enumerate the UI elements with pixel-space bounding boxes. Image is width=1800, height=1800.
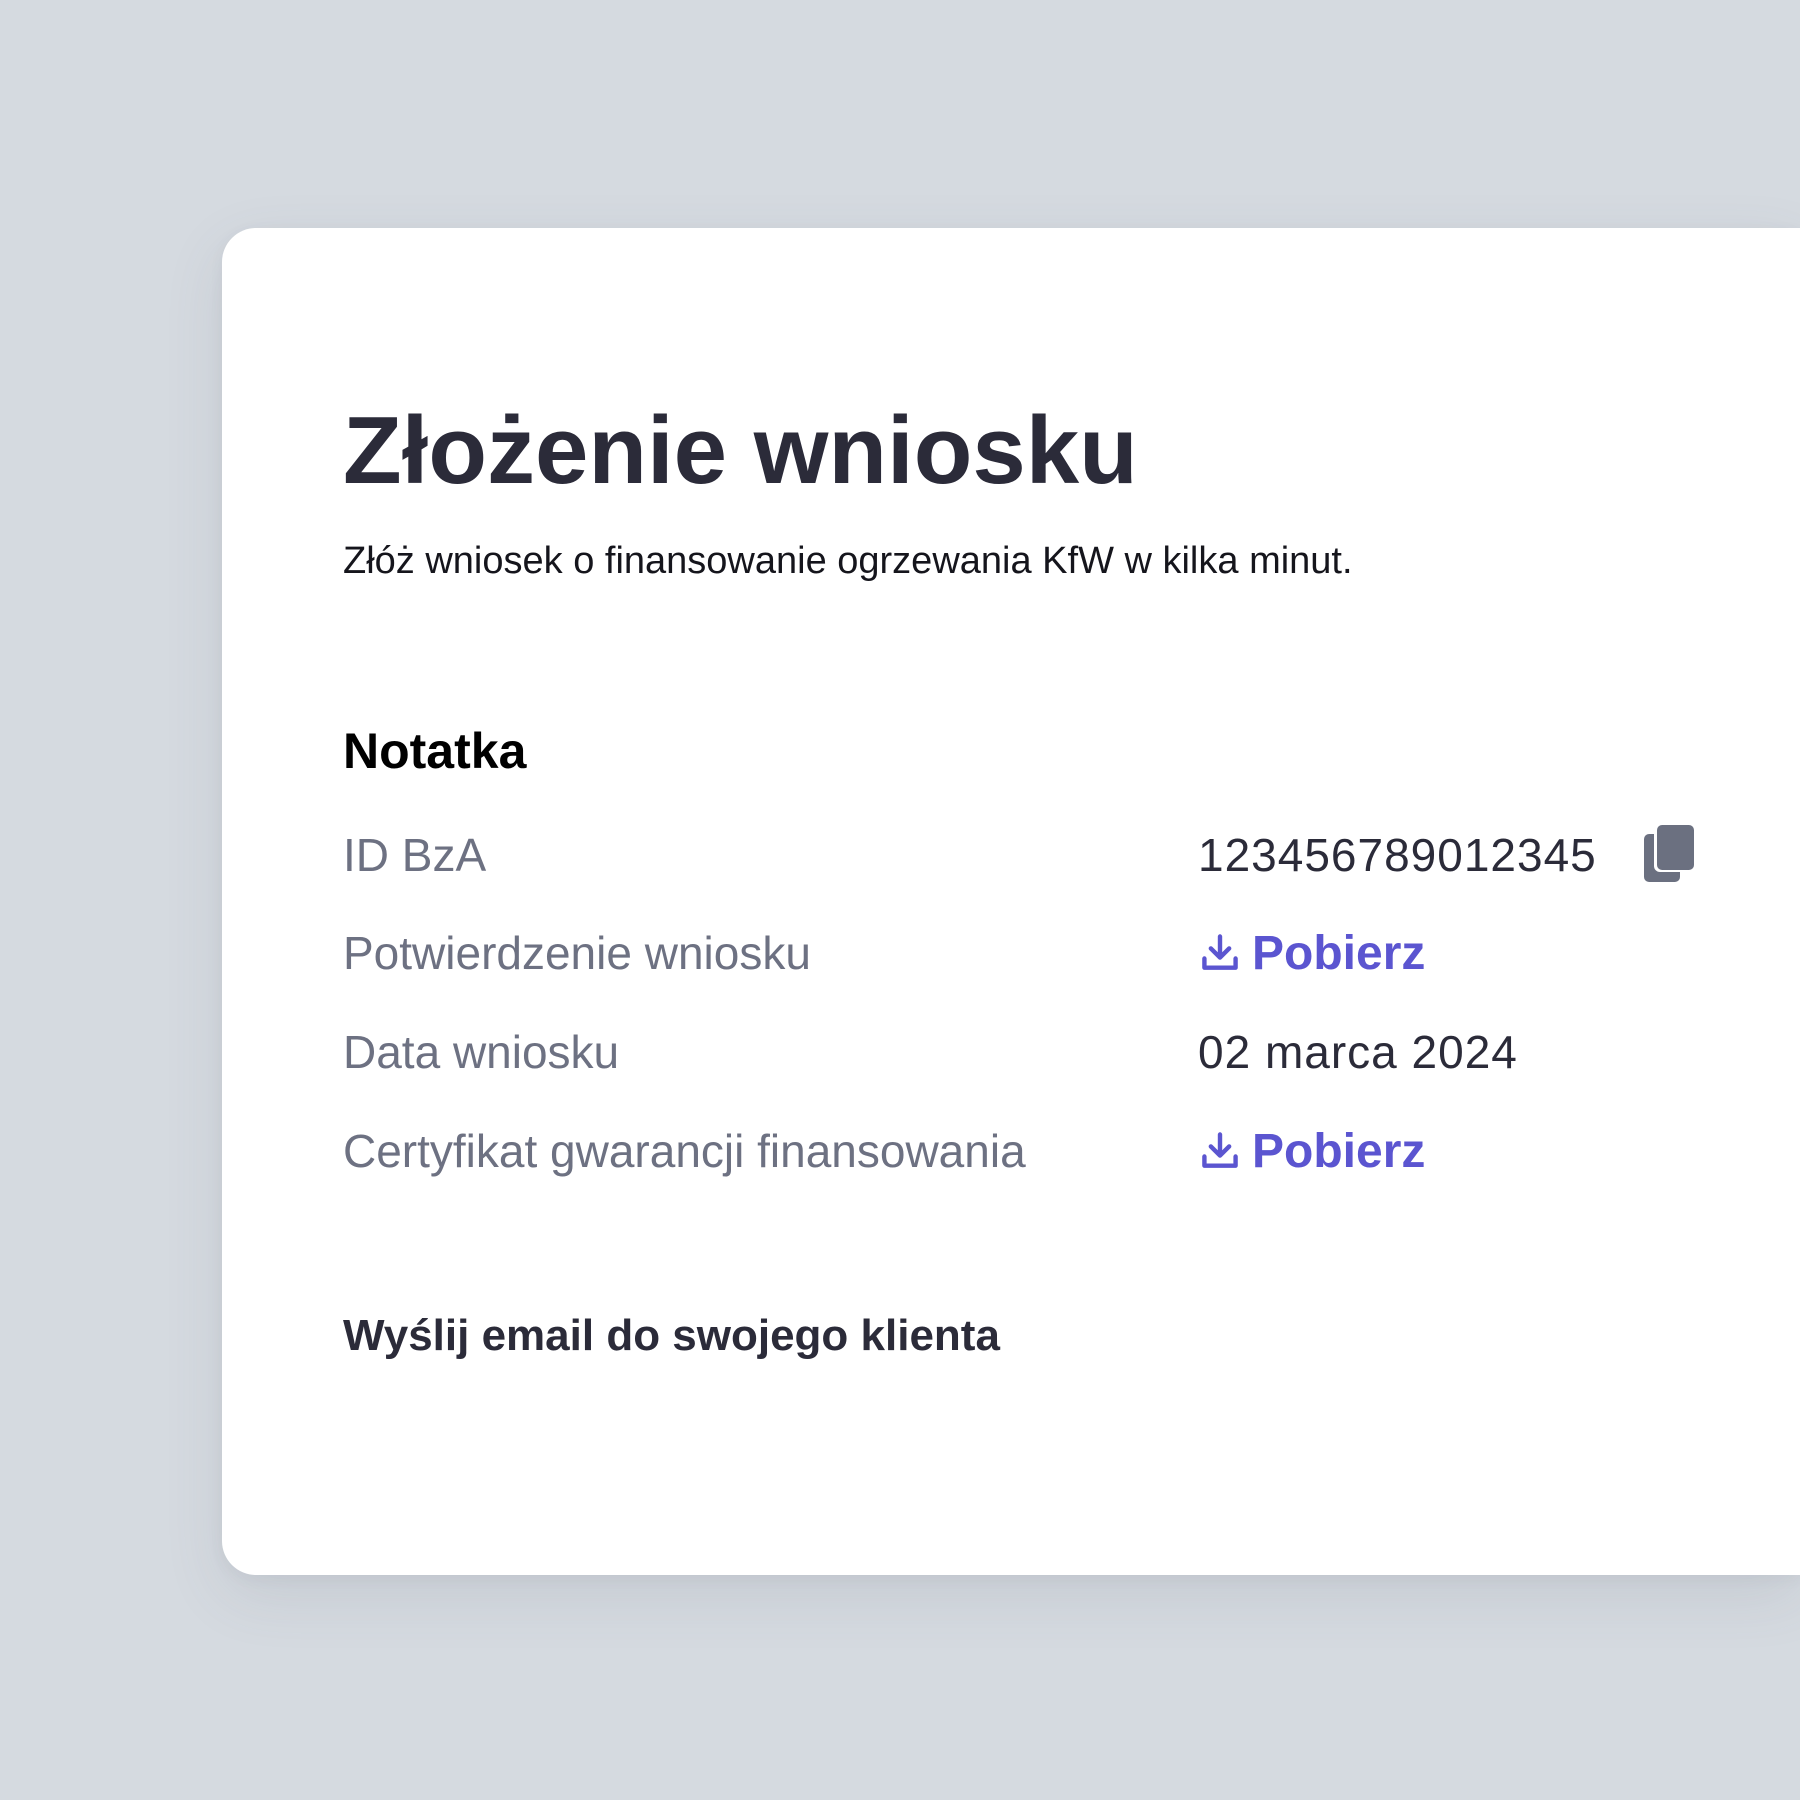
application-card: Złożenie wniosku Złóż wniosek o finansow…: [222, 228, 1800, 1575]
row-financing-certificate: Certyfikat gwarancji finansowania Pobier…: [343, 1116, 1723, 1186]
bza-id-label: ID BzA: [343, 829, 487, 881]
download-certificate-link[interactable]: Pobierz: [1198, 1116, 1425, 1186]
download-icon: [1202, 1132, 1238, 1168]
financing-certificate-label: Certyfikat gwarancji finansowania: [343, 1125, 1026, 1177]
bza-id-value: 123456789012345: [1198, 829, 1597, 881]
application-confirmation-label: Potwierdzenie wniosku: [343, 927, 811, 979]
note-heading: Notatka: [343, 723, 527, 779]
send-email-heading: Wyślij email do swojego klienta: [343, 1311, 1000, 1360]
download-confirmation-link[interactable]: Pobierz: [1198, 918, 1425, 988]
download-confirmation-label: Pobierz: [1252, 926, 1426, 980]
page-subtitle: Złóż wniosek o finansowanie ogrzewania K…: [343, 540, 1353, 582]
copy-icon[interactable]: [1642, 820, 1698, 884]
download-certificate-label: Pobierz: [1252, 1124, 1426, 1178]
application-date-value: 02 marca 2024: [1198, 1026, 1518, 1078]
row-application-confirmation: Potwierdzenie wniosku Pobierz: [343, 918, 1723, 988]
download-icon: [1202, 934, 1238, 970]
application-date-label: Data wniosku: [343, 1026, 620, 1078]
page-title: Złożenie wniosku: [343, 397, 1138, 504]
row-application-date: Data wniosku 02 marca 2024: [343, 1017, 1723, 1087]
row-bza-id: ID BzA 123456789012345: [343, 820, 1723, 890]
